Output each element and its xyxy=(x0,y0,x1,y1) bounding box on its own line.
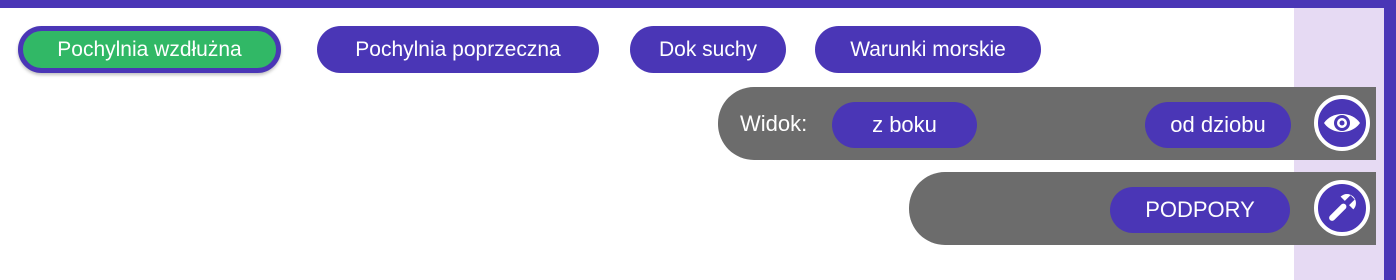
right-border xyxy=(1384,0,1396,280)
tools-toggle-button[interactable] xyxy=(1314,180,1370,236)
tools-toolbar: PODPORY xyxy=(909,172,1376,245)
top-border xyxy=(0,0,1396,8)
view-side-button[interactable]: z boku xyxy=(832,102,977,148)
view-label: Widok: xyxy=(740,111,808,136)
tab-sea-conditions[interactable]: Warunki morskie xyxy=(815,26,1041,73)
view-toolbar: Widok: z boku od dziobu xyxy=(718,87,1376,160)
wrench-icon xyxy=(1329,194,1356,221)
tab-dry-dock[interactable]: Dok suchy xyxy=(630,26,786,73)
eye-icon xyxy=(1324,114,1360,132)
view-toggle-button[interactable] xyxy=(1314,95,1370,151)
tab-transverse-slipway[interactable]: Pochylnia poprzeczna xyxy=(317,26,599,73)
supports-button[interactable]: PODPORY xyxy=(1110,187,1290,233)
tab-longitudinal-slipway[interactable]: Pochylnia wzdłużna xyxy=(18,26,281,73)
view-bow-button[interactable]: od dziobu xyxy=(1145,102,1291,148)
